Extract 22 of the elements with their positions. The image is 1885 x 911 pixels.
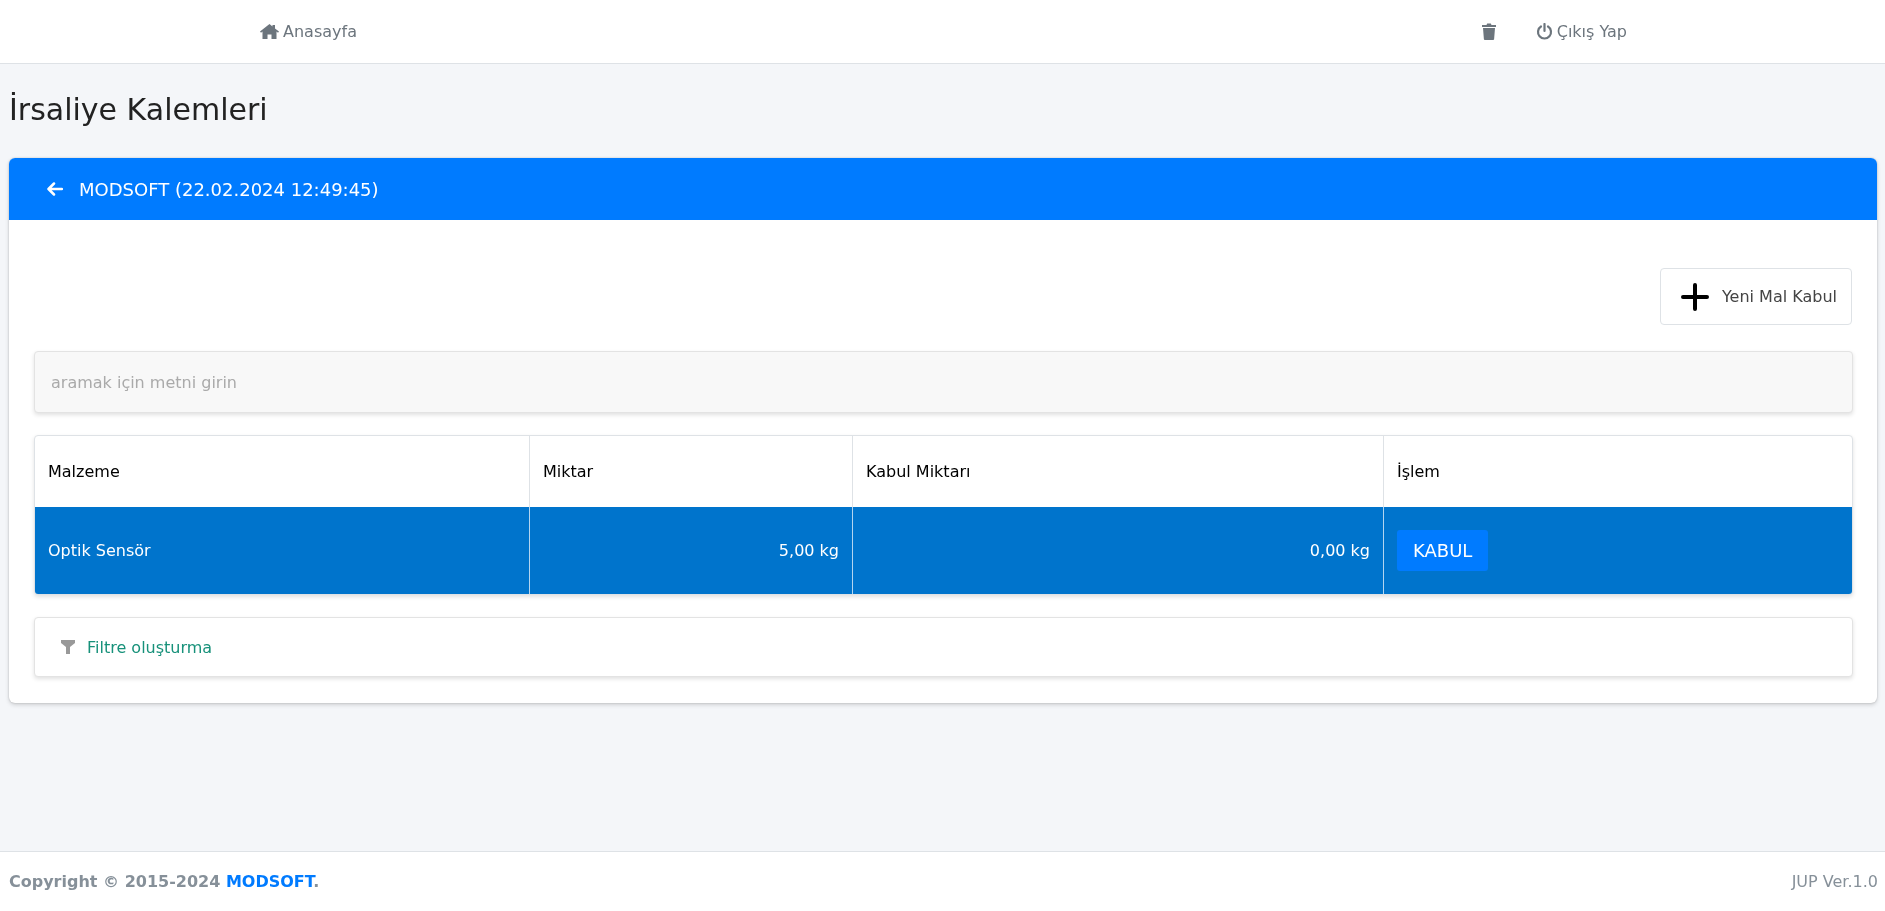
- table-cell: 5,00 kg: [530, 507, 853, 594]
- filter-icon: [61, 640, 75, 654]
- table-row[interactable]: Optik Sensör 5,00 kg 0,00 kg KABUL: [35, 507, 1852, 594]
- company-link[interactable]: MODSOFT: [225, 872, 314, 891]
- version-text: JUP Ver.1.0: [1791, 872, 1878, 891]
- power-icon: [1535, 23, 1553, 40]
- trash-icon[interactable]: [1481, 23, 1496, 40]
- table-cell: 0,00 kg: [853, 507, 1384, 594]
- back-arrow-icon[interactable]: [47, 182, 63, 196]
- filter-link[interactable]: Filtre oluşturma: [87, 637, 213, 657]
- logout-link[interactable]: Çıkış Yap: [1535, 22, 1627, 41]
- new-receipt-button[interactable]: Yeni Mal Kabul: [1659, 268, 1852, 325]
- page-title: İrsaliye Kalemleri: [9, 91, 269, 129]
- plus-icon: [1680, 282, 1709, 311]
- table-cell: Optik Sensör: [35, 507, 530, 594]
- search-field[interactable]: aramak için metni girin: [34, 351, 1853, 413]
- home-icon: [260, 24, 279, 39]
- copyright-text: Copyright © 2015-2024 MODSOFT.: [9, 872, 320, 891]
- card-title: MODSOFT (22.02.2024 12:49:45): [79, 178, 379, 200]
- accept-button[interactable]: KABUL: [1397, 530, 1489, 571]
- column-header: İşlem: [1396, 461, 1441, 483]
- home-link[interactable]: Anasayfa: [260, 22, 357, 41]
